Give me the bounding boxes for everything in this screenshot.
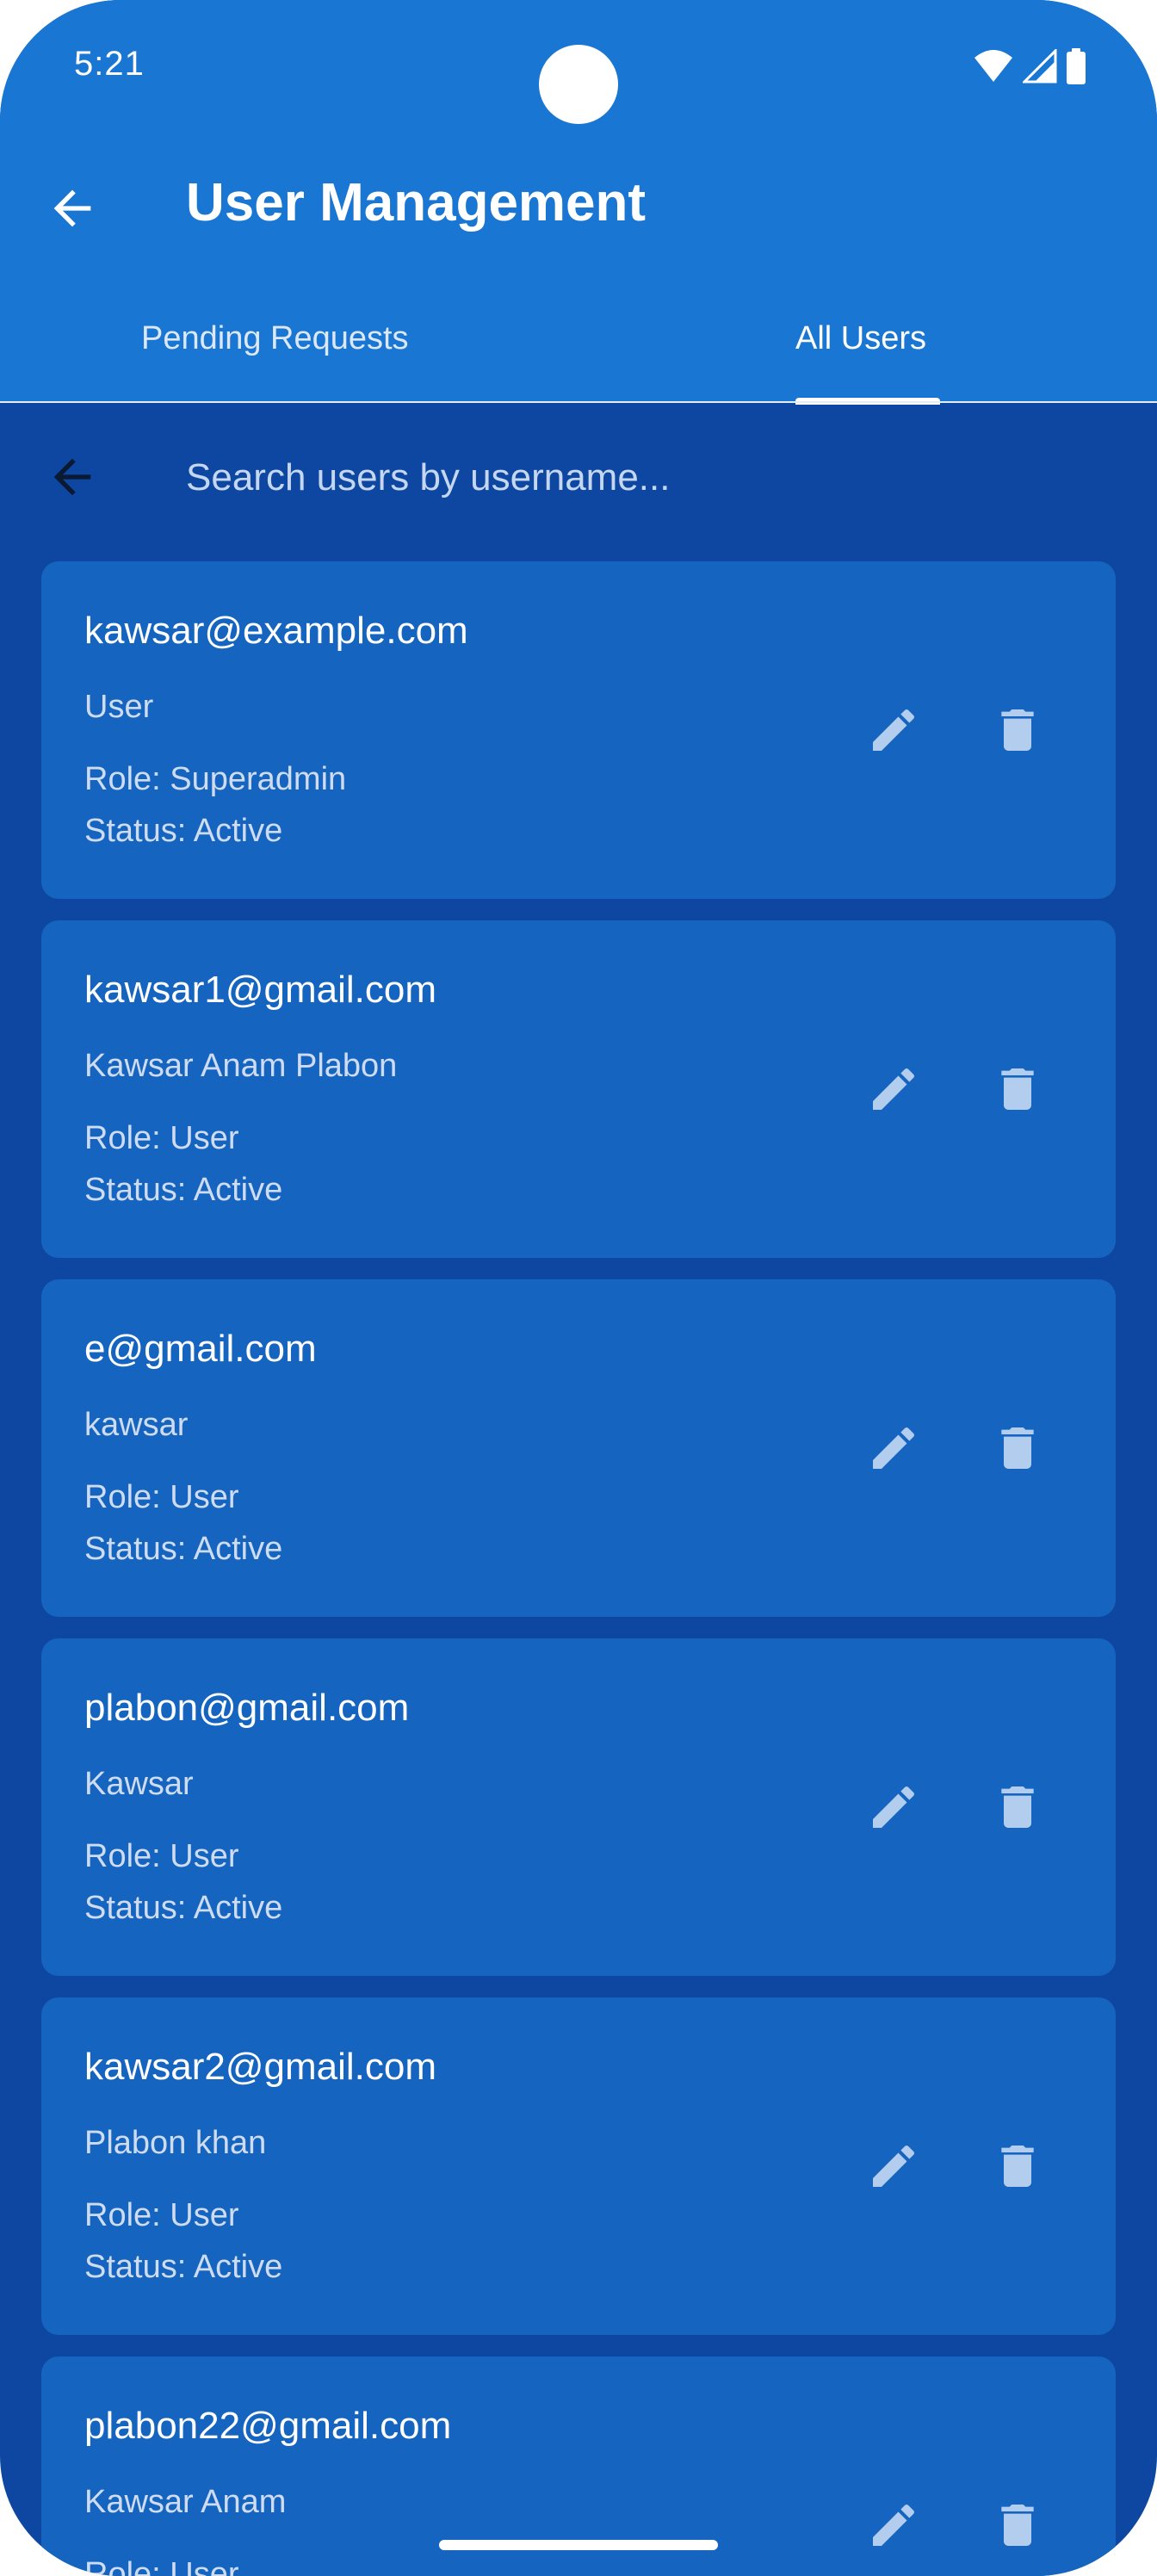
user-status: Status: Active (84, 813, 283, 849)
pencil-icon (873, 1068, 915, 1110)
delete-user-button[interactable] (983, 2132, 1052, 2201)
user-email: e@gmail.com (84, 1328, 317, 1370)
user-card: plabon@gmail.com Kawsar Role: User Statu… (41, 1638, 1116, 1976)
app-bar: 5:21 User Management Pending Requests Al… (0, 0, 1157, 405)
pencil-icon (873, 2504, 915, 2546)
battery-icon (1066, 48, 1086, 84)
status-icons (973, 48, 1086, 84)
page-title: User Management (186, 173, 647, 232)
user-role: Role: User (84, 1479, 239, 1515)
user-email: plabon@gmail.com (84, 1687, 410, 1729)
arrow-back-icon (53, 189, 91, 227)
user-status: Status: Active (84, 1172, 283, 1208)
delete-user-button[interactable] (983, 2491, 1052, 2560)
camera-cutout (539, 45, 618, 124)
user-role: Role: User (84, 2556, 239, 2576)
user-email: plabon22@gmail.com (84, 2405, 452, 2447)
trash-icon (1001, 1786, 1034, 1828)
edit-user-button[interactable] (859, 1055, 928, 1124)
user-role: Role: Superadmin (84, 761, 347, 797)
delete-user-button[interactable] (983, 1055, 1052, 1124)
user-role: Role: User (84, 1838, 239, 1874)
phone-screen: 5:21 User Management Pending Requests Al… (0, 0, 1157, 2576)
user-role: Role: User (84, 2197, 239, 2233)
pencil-icon (873, 709, 915, 751)
user-card: kawsar@example.com User Role: Superadmin… (41, 561, 1116, 899)
user-email: kawsar@example.com (84, 610, 468, 652)
user-card: kawsar2@gmail.com Plabon khan Role: User… (41, 1997, 1116, 2335)
trash-icon (1001, 2505, 1034, 2546)
delete-user-button[interactable] (983, 1773, 1052, 1842)
user-name: Plabon khan (84, 2125, 267, 2161)
user-status: Status: Active (84, 1890, 283, 1926)
tab-pending-requests[interactable]: Pending Requests (141, 320, 409, 357)
user-card: kawsar1@gmail.com Kawsar Anam Plabon Rol… (41, 920, 1116, 1258)
user-name: kawsar (84, 1407, 189, 1443)
search-input[interactable] (186, 448, 1081, 508)
arrow-back-icon (53, 458, 91, 496)
user-name: Kawsar Anam Plabon (84, 1048, 398, 1084)
home-indicator[interactable] (439, 2540, 718, 2550)
back-button[interactable] (45, 181, 100, 236)
user-role: Role: User (84, 1120, 239, 1156)
edit-user-button[interactable] (859, 2132, 928, 2201)
pencil-icon (873, 1427, 915, 1469)
delete-user-button[interactable] (983, 1414, 1052, 1483)
trash-icon (1001, 1427, 1034, 1469)
user-name: Kawsar (84, 1766, 194, 1802)
wifi-icon (973, 49, 1014, 84)
user-status: Status: Active (84, 2249, 283, 2285)
divider (0, 401, 1157, 403)
user-status: Status: Active (84, 1531, 283, 1567)
pencil-icon (873, 1786, 915, 1828)
user-card: e@gmail.com kawsar Role: User Status: Ac… (41, 1279, 1116, 1617)
user-email: kawsar2@gmail.com (84, 2046, 436, 2088)
pencil-icon (873, 2145, 915, 2187)
trash-icon (1001, 2146, 1034, 2187)
user-name: User (84, 689, 154, 725)
status-time: 5:21 (74, 45, 145, 83)
edit-user-button[interactable] (859, 696, 928, 765)
user-email: kawsar1@gmail.com (84, 969, 436, 1011)
signal-icon (1023, 49, 1057, 84)
edit-user-button[interactable] (859, 2491, 928, 2560)
trash-icon (1001, 1068, 1034, 1110)
edit-user-button[interactable] (859, 1414, 928, 1483)
search-back-button[interactable] (45, 449, 100, 505)
trash-icon (1001, 709, 1034, 751)
edit-user-button[interactable] (859, 1773, 928, 1842)
delete-user-button[interactable] (983, 696, 1052, 765)
user-name: Kawsar Anam (84, 2484, 287, 2520)
tab-all-users[interactable]: All Users (795, 320, 926, 357)
